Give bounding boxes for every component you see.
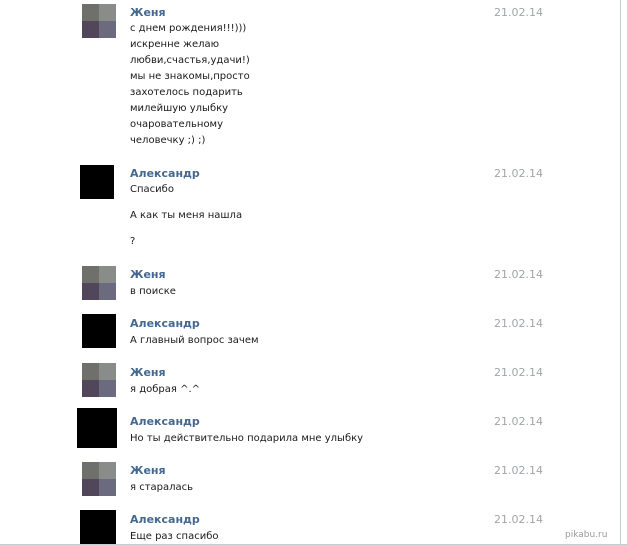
message-text-line: милейшую улыбку <box>130 103 229 114</box>
watermark: pikabu.ru <box>565 530 608 540</box>
message-text-line: я добрая ^.^ <box>130 384 200 395</box>
message-history: Женя 21.02.14 с днем рождения!!!))) искр… <box>0 0 627 545</box>
message-author[interactable]: Александр <box>130 317 200 330</box>
avatar[interactable] <box>82 4 116 38</box>
message-author[interactable]: Женя <box>130 6 166 19</box>
avatar[interactable] <box>82 462 116 496</box>
message-text-line: А как ты меня нашла <box>130 210 243 221</box>
message-text-line: человечку ;) ;) <box>130 135 206 146</box>
frame-border-right <box>620 0 621 545</box>
message-text-line: в поиске <box>130 286 176 297</box>
message-author[interactable]: Александр <box>130 513 200 526</box>
message-author[interactable]: Женя <box>130 366 166 379</box>
message-text-line: мы не знакомы,просто <box>130 71 250 82</box>
message-text-line: ? <box>130 236 136 247</box>
message-text-line: Но ты действительно подарила мне улыбку <box>130 433 364 444</box>
message-date: 21.02.14 <box>494 366 543 379</box>
avatar[interactable] <box>82 266 116 300</box>
message-date: 21.02.14 <box>494 6 543 19</box>
avatar[interactable] <box>82 363 116 397</box>
message-text-line: Спасибо <box>130 184 174 195</box>
avatar[interactable] <box>82 314 116 348</box>
message-author[interactable]: Женя <box>130 464 166 477</box>
message-text-line: А главный вопрос зачем <box>130 335 259 346</box>
message-text-line: Еще раз спасибо <box>130 531 219 542</box>
message-author[interactable]: Александр <box>130 167 200 180</box>
message-text-line: с днем рождения!!!))) <box>130 23 247 34</box>
message-text-line: я старалась <box>130 482 194 493</box>
message-date: 21.02.14 <box>494 415 543 428</box>
message-date: 21.02.14 <box>494 268 543 281</box>
avatar[interactable] <box>77 408 117 448</box>
message-text-line: захотелось подарить <box>130 87 243 98</box>
message-date: 21.02.14 <box>494 513 543 526</box>
avatar[interactable] <box>80 165 114 199</box>
message-date: 21.02.14 <box>494 167 543 180</box>
message-date: 21.02.14 <box>494 464 543 477</box>
message-author[interactable]: Женя <box>130 268 166 281</box>
avatar[interactable] <box>80 510 116 545</box>
message-text-line: искренне желаю <box>130 39 220 50</box>
message-author[interactable]: Александр <box>130 415 200 428</box>
message-text-line: любви,счастья,удачи!) <box>130 55 250 66</box>
message-date: 21.02.14 <box>494 317 543 330</box>
message-text-line: очаровательному <box>130 119 224 130</box>
